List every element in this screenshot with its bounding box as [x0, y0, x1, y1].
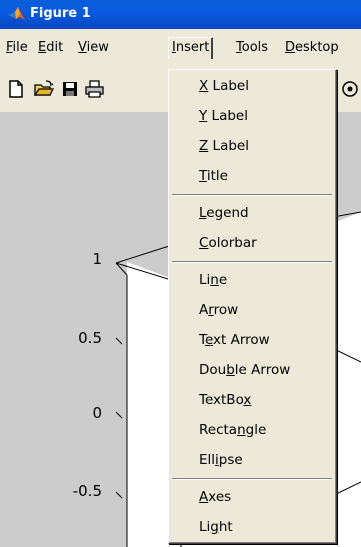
menu-insert[interactable]: Insert [168, 37, 214, 59]
print-icon[interactable] [84, 79, 104, 99]
menu-item-arrow[interactable]: Arrow [169, 295, 336, 325]
y-tick-label: 0.5 [78, 329, 102, 347]
label-post: Label [208, 78, 249, 94]
open-folder-icon[interactable] [33, 79, 55, 99]
label-post: le Arrow [234, 362, 291, 378]
label-key: e [204, 332, 214, 348]
label-key: X [199, 78, 209, 94]
label-key: n [237, 422, 246, 438]
y-tick-label: -0.5 [72, 482, 102, 500]
label-post: egend [206, 205, 249, 221]
label-pre: TextBo [199, 392, 244, 408]
label-pre: Li [199, 272, 211, 288]
menu-item-double-arrow[interactable]: Double Arrow [169, 355, 336, 385]
label-key: A [199, 489, 209, 505]
menu-file-rest: ile [12, 40, 28, 55]
label-key: Y [199, 108, 208, 124]
menu-item-legend[interactable]: Legend [169, 198, 336, 228]
menu-tools-rest: ools [241, 40, 269, 55]
menu-insert-rest: nsert [175, 40, 210, 55]
menu-edit-key: E [38, 40, 47, 55]
menu-view[interactable]: View [75, 38, 112, 58]
menu-item-title[interactable]: Title [169, 161, 336, 191]
label-post: gle [245, 422, 267, 438]
label-pre: Recta [199, 422, 238, 438]
label-post: xes [208, 489, 232, 505]
menu-desktop-key: D [285, 40, 296, 55]
label-post: xt Arrow [213, 332, 270, 348]
menu-item-ellipse[interactable]: Ellipse [169, 445, 336, 475]
menu-item-axes[interactable]: Axes [169, 482, 336, 512]
y-tick-neg-0-5 [115, 491, 123, 499]
label-post: ht [218, 519, 233, 535]
matlab-logo-icon [8, 6, 26, 25]
label-pre: Li [199, 519, 211, 535]
menu-item-text-arrow[interactable]: Text Arrow [169, 325, 336, 355]
y-tick-label: 1 [92, 250, 102, 268]
menu-edit-rest: dit [46, 40, 64, 55]
window-title: Figure 1 [30, 6, 91, 21]
menu-edit[interactable]: Edit [35, 38, 66, 58]
label-key: g [210, 519, 219, 535]
menu-item-x-label[interactable]: X Label [169, 71, 336, 101]
label-key: Z [199, 138, 209, 154]
window-titlebar[interactable]: Figure 1 [0, 0, 361, 29]
menu-view-rest: iew [86, 40, 109, 55]
y-tick-0-5 [115, 337, 123, 345]
label-pre: Ell [199, 452, 216, 468]
label-post: pse [218, 452, 243, 468]
menu-file[interactable]: File [3, 38, 31, 58]
menu-separator [172, 261, 332, 263]
label-post: row [213, 302, 239, 318]
label-post: itle [206, 168, 228, 184]
label-key: T [199, 168, 207, 184]
label-key: n [210, 272, 219, 288]
menu-item-rectangle[interactable]: Rectangle [169, 415, 336, 445]
insert-menu-dropdown: X Label Y Label Z Label Title Legend Col… [168, 69, 337, 544]
label-key: b [226, 362, 235, 378]
save-icon[interactable] [60, 79, 80, 99]
menu-item-textbox[interactable]: TextBox [169, 385, 336, 415]
label-pre: A [199, 302, 209, 318]
new-file-icon[interactable] [6, 79, 26, 99]
menu-item-line[interactable]: Line [169, 265, 336, 295]
menubar: File Edit View Insert Tools Desktop [0, 29, 361, 69]
label-post: Label [208, 138, 249, 154]
menu-desktop[interactable]: Desktop [282, 38, 342, 58]
menu-desktop-rest: esktop [295, 40, 339, 55]
label-post: olorbar [208, 235, 257, 251]
rotate-3d-icon[interactable] [340, 79, 360, 99]
label-post: Label [207, 108, 248, 124]
menu-item-colorbar[interactable]: Colorbar [169, 228, 336, 258]
menu-item-z-label[interactable]: Z Label [169, 131, 336, 161]
label-pre: Dou [199, 362, 227, 378]
menu-tools[interactable]: Tools [233, 38, 271, 58]
label-key: x [243, 392, 252, 408]
label-post: e [218, 272, 228, 288]
menu-item-y-label[interactable]: Y Label [169, 101, 336, 131]
y-tick-label: 0 [92, 404, 102, 422]
menu-item-light[interactable]: Light [169, 512, 336, 542]
menu-separator [172, 194, 332, 196]
menu-separator [172, 478, 332, 480]
menu-view-key: V [78, 40, 87, 55]
y-tick-0 [115, 411, 123, 419]
